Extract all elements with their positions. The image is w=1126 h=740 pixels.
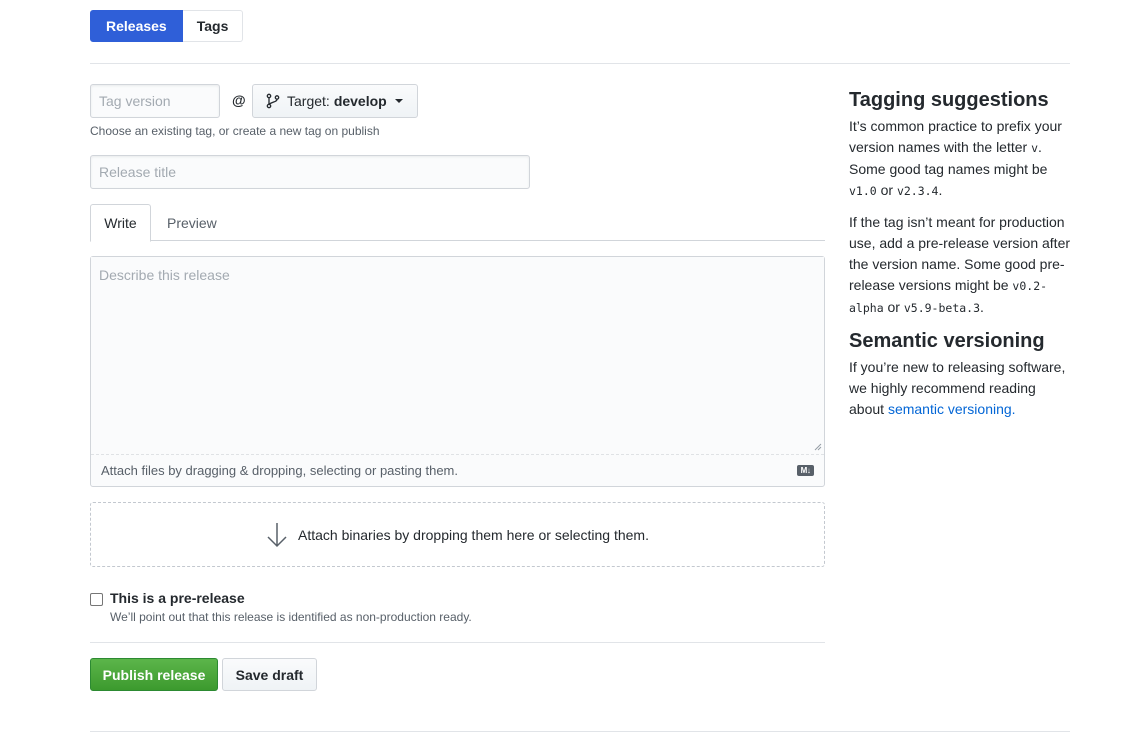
target-value: develop	[333, 93, 387, 109]
caret-down-icon	[394, 99, 403, 103]
arrow-down-icon	[267, 522, 287, 547]
markdown-icon[interactable]: M↓	[797, 465, 814, 476]
release-description-textarea[interactable]	[91, 257, 824, 455]
release-title-input[interactable]	[90, 155, 530, 189]
tag-version-input[interactable]	[90, 84, 220, 118]
releases-tab[interactable]: Releases	[90, 10, 183, 42]
divider-top	[90, 63, 1070, 64]
semantic-versioning-heading: Semantic versioning	[849, 330, 1045, 352]
tab-preview[interactable]: Preview	[167, 204, 217, 241]
help-sidebar: Tagging suggestions It’s common practice…	[849, 88, 1074, 430]
attach-files-bar[interactable]: Attach files by dragging & dropping, sel…	[91, 455, 824, 486]
tab-write[interactable]: Write	[90, 204, 151, 242]
target-label: Target:	[287, 93, 330, 109]
tagging-paragraph-1: It’s common practice to prefix your vers…	[849, 118, 1062, 198]
tag-hint: Choose an existing tag, or create a new …	[90, 124, 380, 138]
prerelease-checkbox[interactable]	[90, 593, 103, 606]
save-draft-button[interactable]: Save draft	[222, 658, 317, 691]
attach-files-text: Attach files by dragging & dropping, sel…	[101, 463, 458, 478]
target-branch-dropdown[interactable]: Target: develop	[252, 84, 418, 118]
binaries-dropzone[interactable]: Attach binaries by dropping them here or…	[90, 502, 825, 567]
binaries-text: Attach binaries by dropping them here or…	[298, 526, 649, 543]
editor-tabs: Write Preview	[90, 204, 825, 242]
prerelease-note: We’ll point out that this release is ide…	[110, 610, 472, 624]
semantic-versioning-link[interactable]: semantic versioning.	[888, 401, 1016, 417]
semver-paragraph: If you’re new to releasing software, we …	[849, 359, 1066, 417]
git-branch-icon	[266, 93, 280, 109]
tagging-paragraph-2: If the tag isn’t meant for production us…	[849, 214, 1071, 315]
at-sign: @	[232, 92, 246, 108]
releases-tags-nav: Releases Tags	[90, 10, 244, 42]
prerelease-label[interactable]: This is a pre-release	[110, 590, 245, 606]
tags-tab[interactable]: Tags	[182, 10, 244, 42]
divider-actions	[90, 642, 825, 643]
publish-release-button[interactable]: Publish release	[90, 658, 218, 691]
resize-handle-icon[interactable]	[814, 443, 822, 451]
release-body-editor: Attach files by dragging & dropping, sel…	[90, 256, 825, 487]
divider-bottom	[90, 731, 1070, 732]
tagging-suggestions-heading: Tagging suggestions	[849, 89, 1049, 111]
